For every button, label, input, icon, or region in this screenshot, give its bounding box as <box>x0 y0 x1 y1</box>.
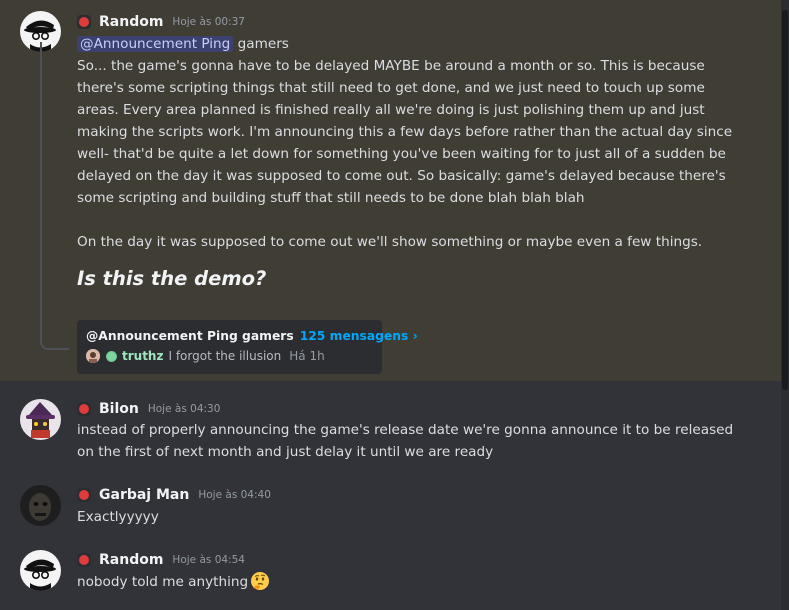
online-status-icon <box>106 350 117 362</box>
message-header: Random Hoje às 00:37 <box>77 12 245 32</box>
avatar[interactable] <box>20 485 61 526</box>
message-random-announcement[interactable]: Random Hoje às 00:37 @Announcement Ping … <box>0 0 781 381</box>
message-bilon[interactable]: Bilon Hoje às 04:30 instead of properly … <box>0 381 781 476</box>
mention-suffix: gamers <box>233 36 289 52</box>
scrollbar[interactable] <box>781 0 789 610</box>
message-content: Exactlyyyyy <box>77 509 159 525</box>
paragraph: So... the game's gonna have to be delaye… <box>77 58 733 206</box>
message-content: @Announcement Ping gamers So... the game… <box>77 33 737 293</box>
thread-last-user[interactable]: truthz <box>122 349 163 363</box>
role-icon <box>77 402 91 416</box>
role-mention[interactable]: @Announcement Ping <box>77 36 234 52</box>
username[interactable]: Random <box>99 552 163 568</box>
username[interactable]: Bilon <box>99 401 139 417</box>
message-header: Random Hoje às 04:54 <box>77 550 245 570</box>
heading: Is this the demo? <box>77 267 267 290</box>
message-content: nobody told me anything <box>77 571 737 593</box>
avatar-hat-man-icon <box>20 550 61 591</box>
message-text: nobody told me anything <box>77 574 249 590</box>
timestamp[interactable]: Hoje às 04:40 <box>198 489 271 501</box>
message-header: Garbaj Man Hoje às 04:40 <box>77 485 271 505</box>
avatar-witch-icon <box>20 399 61 440</box>
avatar-face-icon <box>20 485 61 526</box>
timestamp[interactable]: Hoje às 00:37 <box>172 16 245 28</box>
timestamp[interactable]: Hoje às 04:54 <box>172 554 245 566</box>
username[interactable]: Random <box>99 14 163 30</box>
message-garbaj-man[interactable]: Garbaj Man Hoje às 04:40 Exactlyyyyy <box>0 476 781 538</box>
thread-connector <box>40 42 69 350</box>
username[interactable]: Garbaj Man <box>99 487 189 503</box>
thread-last-text: I forgot the illusion <box>168 349 282 363</box>
role-icon <box>77 553 91 567</box>
thread-title: @Announcement Ping gamers <box>86 329 294 343</box>
avatar[interactable] <box>20 399 61 440</box>
thread-last-time: Há 1h <box>289 349 325 363</box>
scrollbar-thumb[interactable] <box>782 10 788 390</box>
thread-user-avatar <box>86 349 100 363</box>
role-icon <box>77 15 91 29</box>
message-content: instead of properly announcing the game'… <box>77 422 734 460</box>
message-header: Bilon Hoje às 04:30 <box>77 399 220 419</box>
paragraph: On the day it was supposed to come out w… <box>77 234 703 250</box>
message-random[interactable]: Random Hoje às 04:54 nobody told me anyt… <box>0 538 781 610</box>
thinking-face-icon[interactable] <box>250 571 270 591</box>
role-icon <box>77 488 91 502</box>
message-list: Random Hoje às 00:37 @Announcement Ping … <box>0 0 781 610</box>
timestamp[interactable]: Hoje às 04:30 <box>148 403 221 415</box>
thread-preview[interactable]: @Announcement Ping gamers 125 mensagens ›… <box>77 320 418 374</box>
avatar[interactable] <box>20 550 61 591</box>
thread-message-count[interactable]: 125 mensagens › <box>300 329 418 343</box>
